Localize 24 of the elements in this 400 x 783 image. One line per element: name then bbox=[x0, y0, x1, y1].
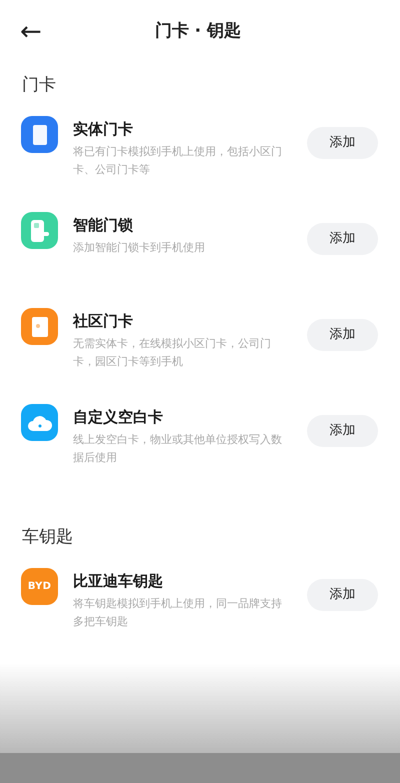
add-button[interactable]: 添加 bbox=[307, 223, 378, 255]
add-button[interactable]: 添加 bbox=[307, 579, 378, 611]
add-button[interactable]: 添加 bbox=[307, 319, 378, 351]
add-button[interactable]: 添加 bbox=[307, 415, 378, 447]
card-icon bbox=[32, 124, 46, 144]
item-title: 实体门卡 bbox=[73, 119, 134, 139]
item-description: 将已有门卡模拟到手机上使用，包括小区门卡、公司门卡等 bbox=[73, 144, 283, 178]
item-description: 将车钥匙模拟到手机上使用，同一品牌支持多把车钥匙 bbox=[73, 596, 283, 630]
item-description: 添加智能门锁卡到手机使用 bbox=[73, 240, 206, 256]
item-description: 无需实体卡，在线模拟小区门卡，公司门卡，园区门卡等到手机 bbox=[73, 336, 272, 370]
logo-text: BYD bbox=[28, 580, 52, 594]
page-title: 门卡 · 钥匙 bbox=[154, 20, 242, 44]
item-description: 线上发空白卡，物业或其他单位授权写入数据后使用 bbox=[73, 432, 283, 466]
door-lock-icon bbox=[30, 220, 48, 242]
item-title: 智能门锁 bbox=[73, 215, 134, 235]
item-title: 自定义空白卡 bbox=[73, 407, 164, 427]
section-title: 门卡 bbox=[21, 74, 57, 98]
item-title: 社区门卡 bbox=[73, 311, 134, 331]
cloud-icon bbox=[28, 414, 52, 430]
card-icon bbox=[32, 316, 48, 336]
item-title: 比亚迪车钥匙 bbox=[73, 571, 164, 591]
add-button[interactable]: 添加 bbox=[307, 127, 378, 159]
back-button[interactable]: ← bbox=[20, 19, 42, 45]
section-title: 车钥匙 bbox=[21, 526, 74, 550]
